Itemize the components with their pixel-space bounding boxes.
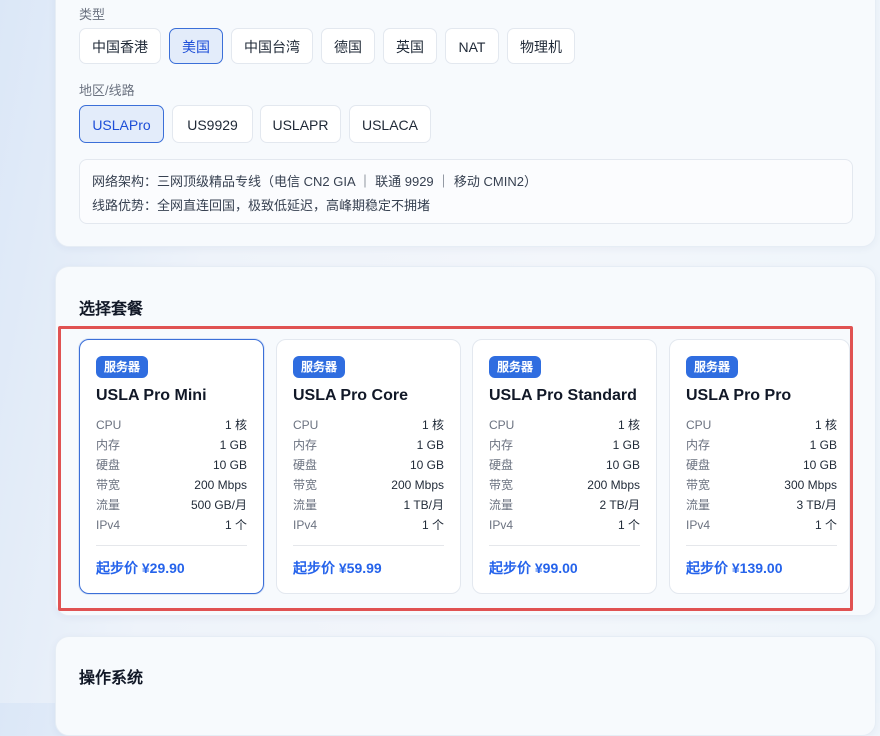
region-option-uslapro[interactable]: USLAPro (79, 105, 164, 143)
type-option-taiwan[interactable]: 中国台湾 (231, 28, 313, 64)
network-advantage-text: 线路优势：全网直连回国，极致低延迟，高峰期稳定不拥堵 (92, 198, 431, 213)
region-option-uslapr[interactable]: USLAPR (260, 105, 341, 143)
highlight-box (58, 326, 853, 611)
region-label: 地区/线路 (79, 83, 135, 98)
network-info-box: 网络架构：三网顶级精品专线（电信 CN2 GIA ｜ 联通 9929 ｜ 移动 … (79, 159, 853, 224)
region-option-uslaca[interactable]: USLACA (349, 105, 431, 143)
type-option-usa[interactable]: 美国 (169, 28, 223, 64)
type-option-germany[interactable]: 德国 (321, 28, 375, 64)
os-panel (55, 636, 876, 736)
region-option-us9929[interactable]: US9929 (172, 105, 253, 143)
network-architecture-text: 网络架构：三网顶级精品专线（电信 CN2 GIA ｜ 联通 9929 ｜ 移动 … (92, 174, 537, 189)
os-section-title: 操作系统 (79, 670, 144, 687)
type-option-uk[interactable]: 英国 (383, 28, 437, 64)
type-option-physical[interactable]: 物理机 (507, 28, 575, 64)
type-option-nat[interactable]: NAT (445, 28, 499, 64)
type-label: 类型 (79, 7, 106, 22)
type-option-hongkong[interactable]: 中国香港 (79, 28, 161, 64)
plans-section-title: 选择套餐 (79, 301, 144, 318)
